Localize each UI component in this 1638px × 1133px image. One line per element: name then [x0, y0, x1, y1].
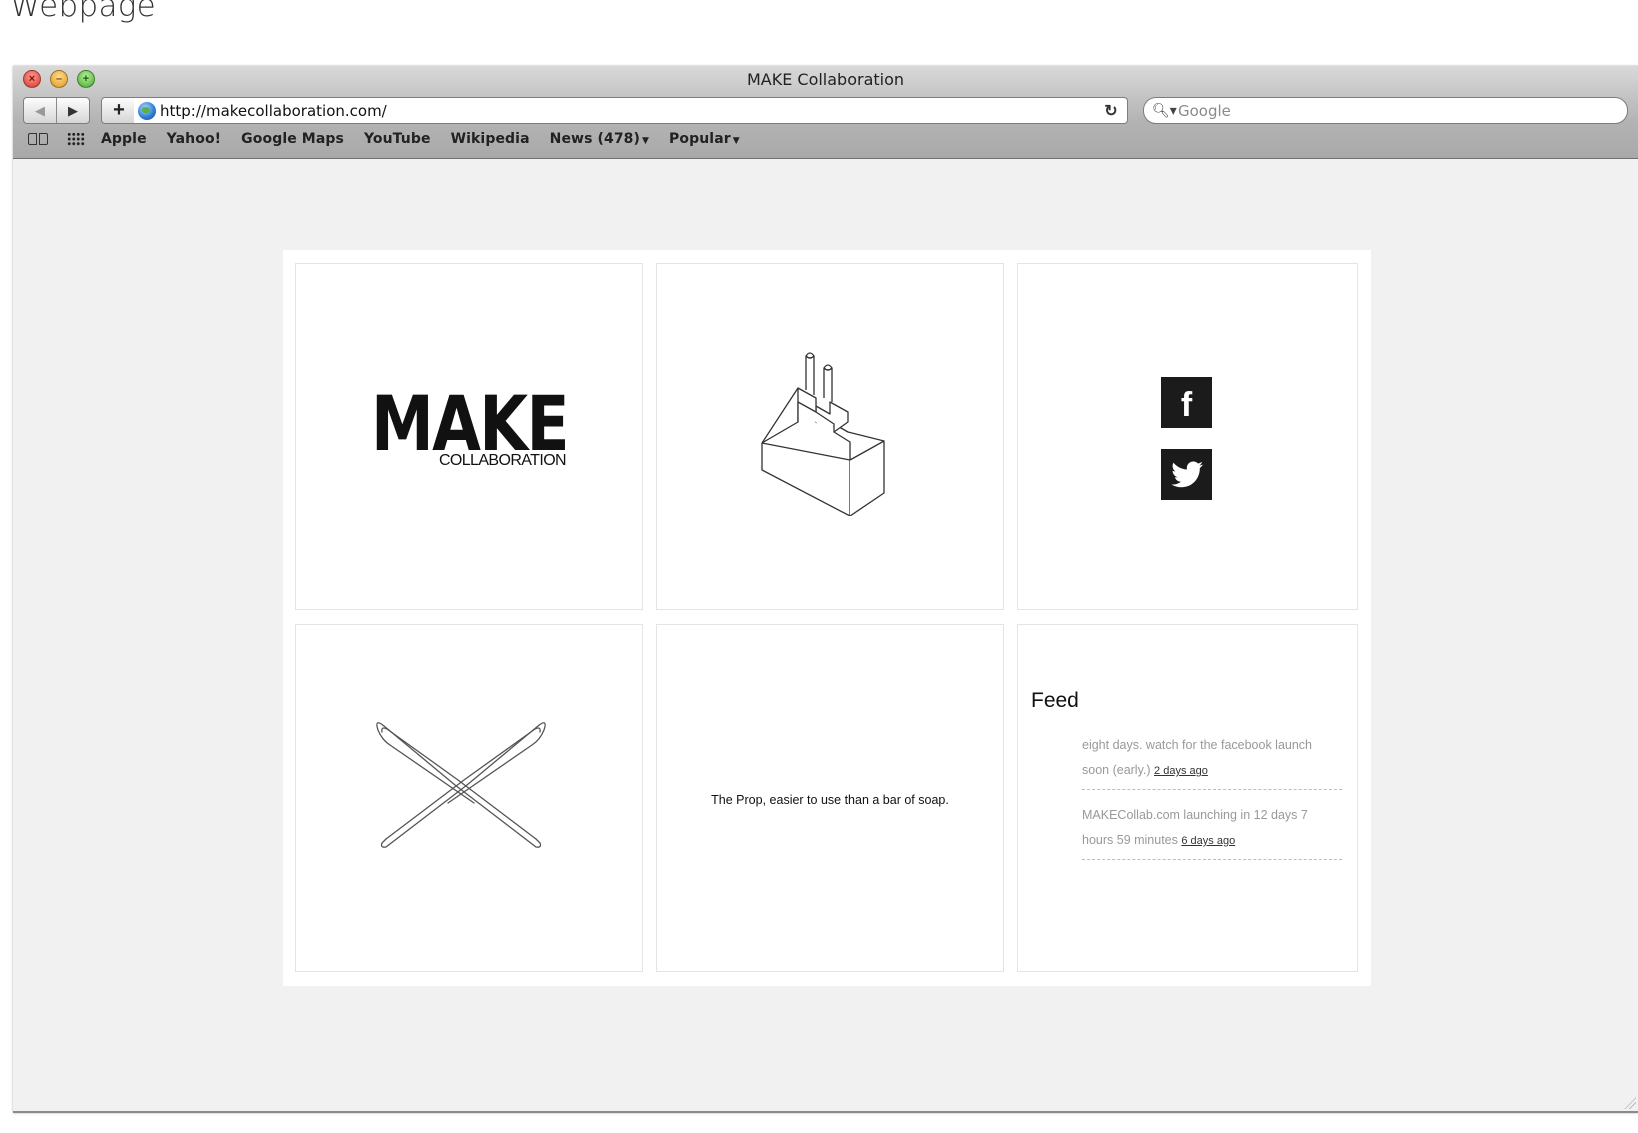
bookmark-google-maps[interactable]: Google Maps — [241, 131, 344, 147]
bookmark-wikipedia[interactable]: Wikipedia — [451, 131, 530, 147]
url-field[interactable]: http://makecollaboration.com/ — [160, 102, 1101, 120]
crossed-pins-icon — [376, 722, 546, 848]
forward-arrow-icon: ▶ — [68, 102, 78, 118]
top-sites-button[interactable] — [63, 129, 89, 149]
reload-button[interactable]: ↻ — [1101, 101, 1121, 121]
bookmark-youtube[interactable]: YouTube — [364, 131, 431, 147]
twitter-bird-icon — [1170, 461, 1203, 487]
window-title: MAKE Collaboration — [746, 70, 905, 89]
twitter-button[interactable] — [1161, 449, 1212, 500]
bookmark-news-label: News (478) — [549, 131, 640, 147]
add-bookmark-button[interactable]: + — [101, 97, 137, 124]
feed-item: eight days. watch for the facebook launc… — [1082, 733, 1342, 790]
history-navigation: ◀ ▶ — [23, 97, 90, 124]
prop-image-tile[interactable] — [295, 624, 643, 972]
logo-wordmark: MAKE — [371, 379, 570, 468]
feed-item: MAKECollab.com launching in 12 days 7 ho… — [1082, 803, 1342, 860]
social-tile: f — [1017, 263, 1358, 610]
search-bar[interactable]: 🔍︎▾ — [1143, 97, 1628, 124]
prop-text-tile[interactable]: The Prop, easier to use than a bar of so… — [656, 624, 1004, 972]
back-button[interactable]: ◀ — [24, 98, 57, 123]
grid-icon — [67, 132, 85, 146]
plus-icon: + — [113, 99, 125, 121]
address-bar[interactable]: http://makecollaboration.com/ ↻ — [134, 97, 1128, 124]
facebook-icon: f — [1180, 385, 1193, 424]
bookmark-popular-folder[interactable]: Popular ▼ — [669, 131, 740, 147]
window-resize-handle[interactable] — [1624, 1097, 1636, 1109]
logo-tile[interactable]: MAKE COLLABORATION — [295, 263, 643, 610]
bookmark-yahoo[interactable]: Yahoo! — [167, 131, 222, 147]
chevron-down-icon: ▼ — [642, 136, 650, 146]
globe-icon — [138, 101, 156, 120]
browser-toolbar: × – + MAKE Collaboration ◀ ▶ + http://ma… — [13, 66, 1638, 159]
reload-icon: ↻ — [1104, 102, 1118, 120]
feed-heading: Feed — [1031, 689, 1079, 712]
logo-subtitle: COLLABORATION — [438, 452, 567, 469]
make-logo: MAKE COLLABORATION — [371, 379, 571, 482]
page-content: MAKE COLLABORATION f The Prop, easier to… — [13, 159, 1638, 1111]
search-input[interactable] — [1178, 101, 1627, 120]
bookmarks-bar: Apple Yahoo! Google Maps YouTube Wikiped… — [25, 126, 1638, 152]
factory-tile[interactable] — [656, 263, 1004, 610]
browser-window: × – + MAKE Collaboration ◀ ▶ + http://ma… — [13, 66, 1638, 1113]
prop-tagline: The Prop, easier to use than a bar of so… — [711, 793, 949, 807]
forward-button[interactable]: ▶ — [57, 98, 89, 123]
show-bookmarks-button[interactable] — [25, 129, 51, 149]
magnifier-icon[interactable]: 🔍︎▾ — [1152, 102, 1178, 119]
page-heading: Webpage — [10, 0, 157, 24]
chevron-down-icon: ▼ — [732, 136, 740, 146]
feed-item-time-link[interactable]: 2 days ago — [1154, 765, 1208, 777]
site-grid: MAKE COLLABORATION f The Prop, easier to… — [283, 250, 1371, 986]
bookmark-apple[interactable]: Apple — [101, 131, 147, 147]
feed-tile: Feed eight days. watch for the facebook … — [1017, 624, 1358, 972]
back-arrow-icon: ◀ — [35, 102, 45, 118]
book-icon — [28, 132, 48, 146]
facebook-button[interactable]: f — [1161, 377, 1212, 428]
factory-icon — [761, 352, 885, 516]
bookmark-popular-label: Popular — [669, 131, 731, 147]
feed-item-time-link[interactable]: 6 days ago — [1181, 835, 1235, 847]
bookmark-news-folder[interactable]: News (478) ▼ — [550, 131, 649, 147]
